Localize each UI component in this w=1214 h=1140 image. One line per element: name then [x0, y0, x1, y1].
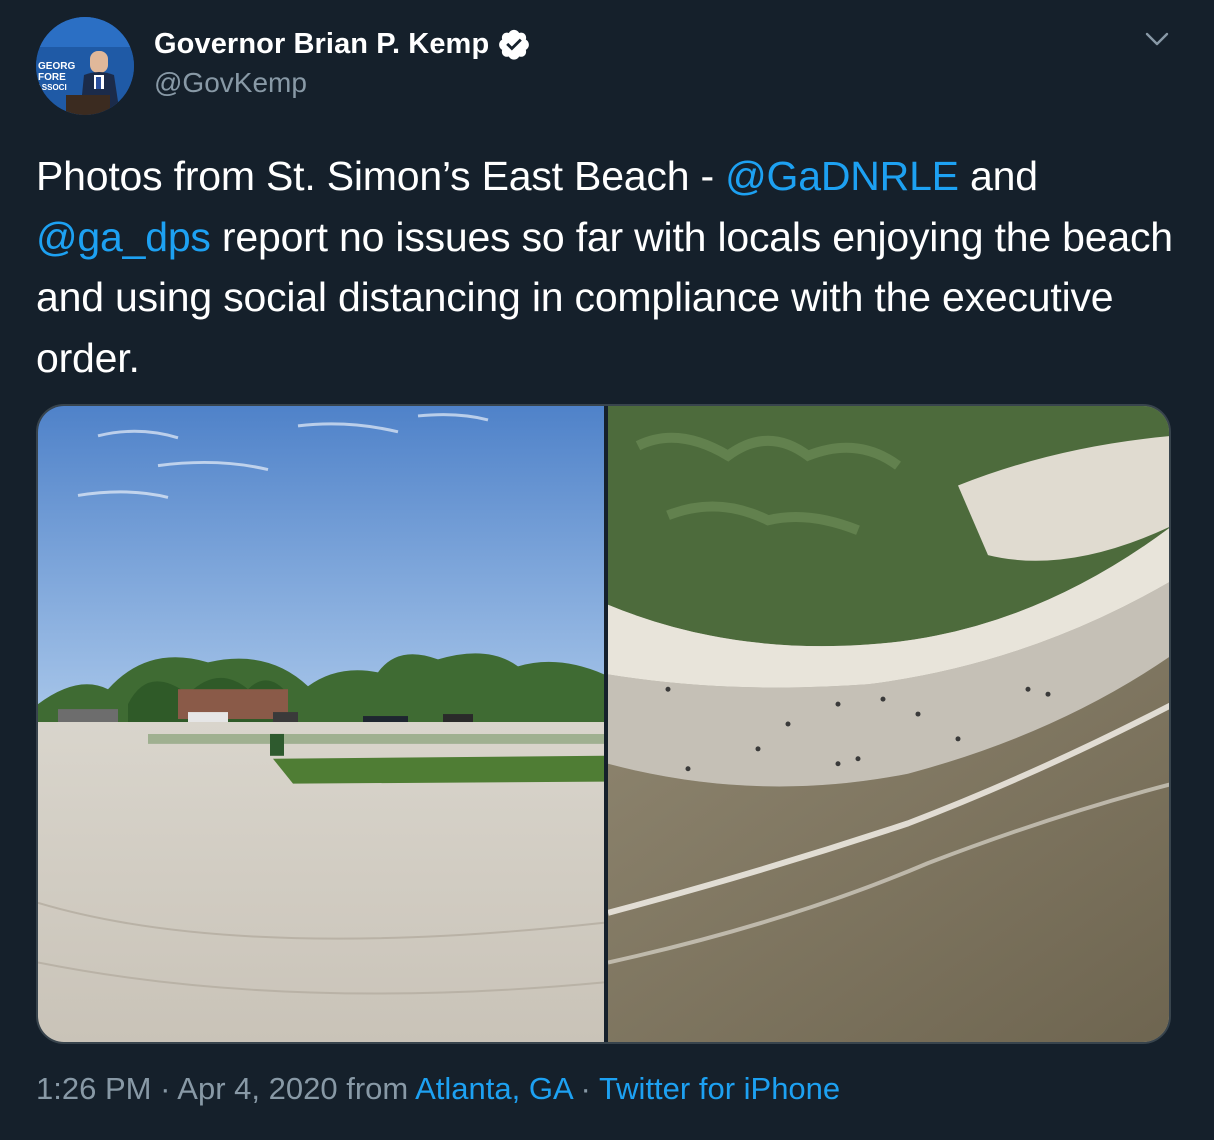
media-grid — [36, 404, 1171, 1044]
mention-link-gadnrle[interactable]: @GaDNRLE — [725, 153, 959, 199]
tweet-text: Photos from St. Simon’s East Beach - @Ga… — [36, 146, 1186, 388]
chevron-down-icon[interactable] — [1140, 28, 1174, 50]
tweet-meta: 1:26 PM · Apr 4, 2020 from Atlanta, GA ·… — [36, 1071, 840, 1107]
author-handle[interactable]: @GovKemp — [154, 67, 307, 99]
meta-from-label: from — [337, 1071, 416, 1106]
photo-beach-parking-lot[interactable] — [38, 406, 604, 1042]
verified-badge-icon — [499, 29, 530, 60]
tweet-card: GEORG FORE ASSOCI Governor Brian P. Kemp… — [0, 0, 1214, 1140]
tweet-time[interactable]: 1:26 PM — [36, 1071, 151, 1106]
avatar[interactable]: GEORG FORE ASSOCI — [36, 17, 134, 115]
avatar-backdrop-text-1: GEORG — [38, 61, 75, 72]
tweet-source-link[interactable]: Twitter for iPhone — [599, 1071, 840, 1106]
avatar-backdrop-text-2: FORE — [38, 72, 66, 83]
tweet-location-link[interactable]: Atlanta, GA — [415, 1071, 572, 1106]
tweet-date[interactable]: Apr 4, 2020 — [177, 1071, 337, 1106]
meta-separator: · — [151, 1071, 178, 1106]
avatar-backdrop-text-3: ASSOCI — [36, 83, 67, 92]
mention-link-ga-dps[interactable]: @ga_dps — [36, 214, 211, 260]
author-name-row[interactable]: Governor Brian P. Kemp — [154, 27, 531, 61]
tweet-text-part: Photos from St. Simon’s East Beach - — [36, 153, 726, 199]
photo-beach-aerial[interactable] — [608, 406, 1169, 1042]
tweet-text-part: and — [958, 153, 1038, 199]
meta-separator: · — [571, 1071, 599, 1106]
author-display-name[interactable]: Governor Brian P. Kemp — [154, 28, 489, 61]
